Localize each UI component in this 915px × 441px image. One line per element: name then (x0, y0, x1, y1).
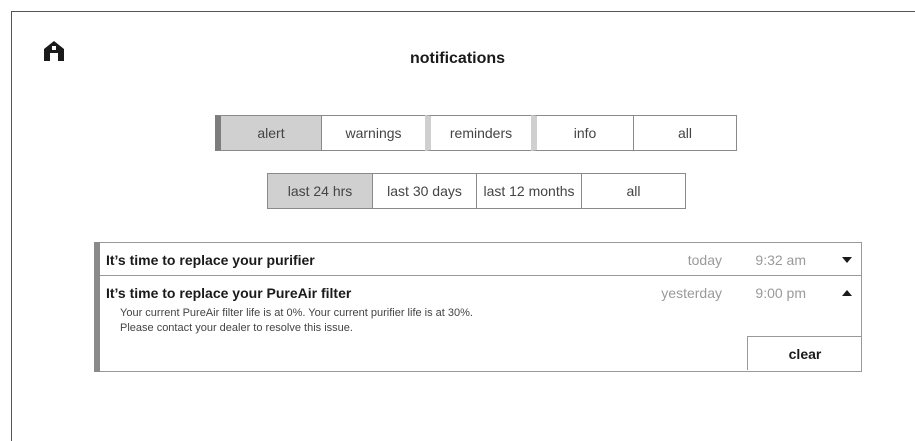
notification-title: It’s time to replace your PureAir filter (106, 285, 352, 301)
row-border (861, 243, 862, 275)
app-frame (11, 11, 915, 441)
tab-last-12-months[interactable]: last 12 months (476, 173, 582, 209)
notification-time: 9:32 am (755, 252, 806, 268)
notification-day: today (687, 252, 722, 268)
tab-last-24-hrs[interactable]: last 24 hrs (267, 173, 373, 209)
clear-button[interactable]: clear (747, 336, 862, 370)
notification-row-expanded[interactable]: It’s time to replace your PureAir filter… (100, 276, 862, 372)
page-title: notifications (409, 50, 506, 67)
caret-up-icon[interactable] (842, 289, 852, 297)
notification-day: yesterday (661, 285, 722, 301)
row-border (861, 276, 862, 371)
notification-row[interactable]: It’s time to replace your purifier today… (100, 242, 862, 276)
notification-detail-line: Please contact your dealer to resolve th… (120, 322, 353, 334)
tab-info[interactable]: info (531, 115, 634, 151)
time-range-tabs: last 24 hrs last 30 days last 12 months … (267, 173, 686, 209)
tab-warnings[interactable]: warnings (321, 115, 426, 151)
tab-last-30-days[interactable]: last 30 days (372, 173, 477, 209)
notification-title: It’s time to replace your purifier (106, 252, 315, 268)
notification-detail-line: Your current PureAir filter life is at 0… (120, 307, 473, 319)
tab-reminders[interactable]: reminders (425, 115, 532, 151)
tab-alert[interactable]: alert (215, 115, 322, 151)
notification-list: It’s time to replace your purifier today… (94, 242, 862, 372)
tab-all-time[interactable]: all (581, 173, 686, 209)
caret-down-icon[interactable] (842, 256, 852, 264)
notification-time: 9:00 pm (755, 285, 806, 301)
category-tabs: alert warnings reminders info all (215, 115, 737, 151)
tab-all-categories[interactable]: all (633, 115, 737, 151)
